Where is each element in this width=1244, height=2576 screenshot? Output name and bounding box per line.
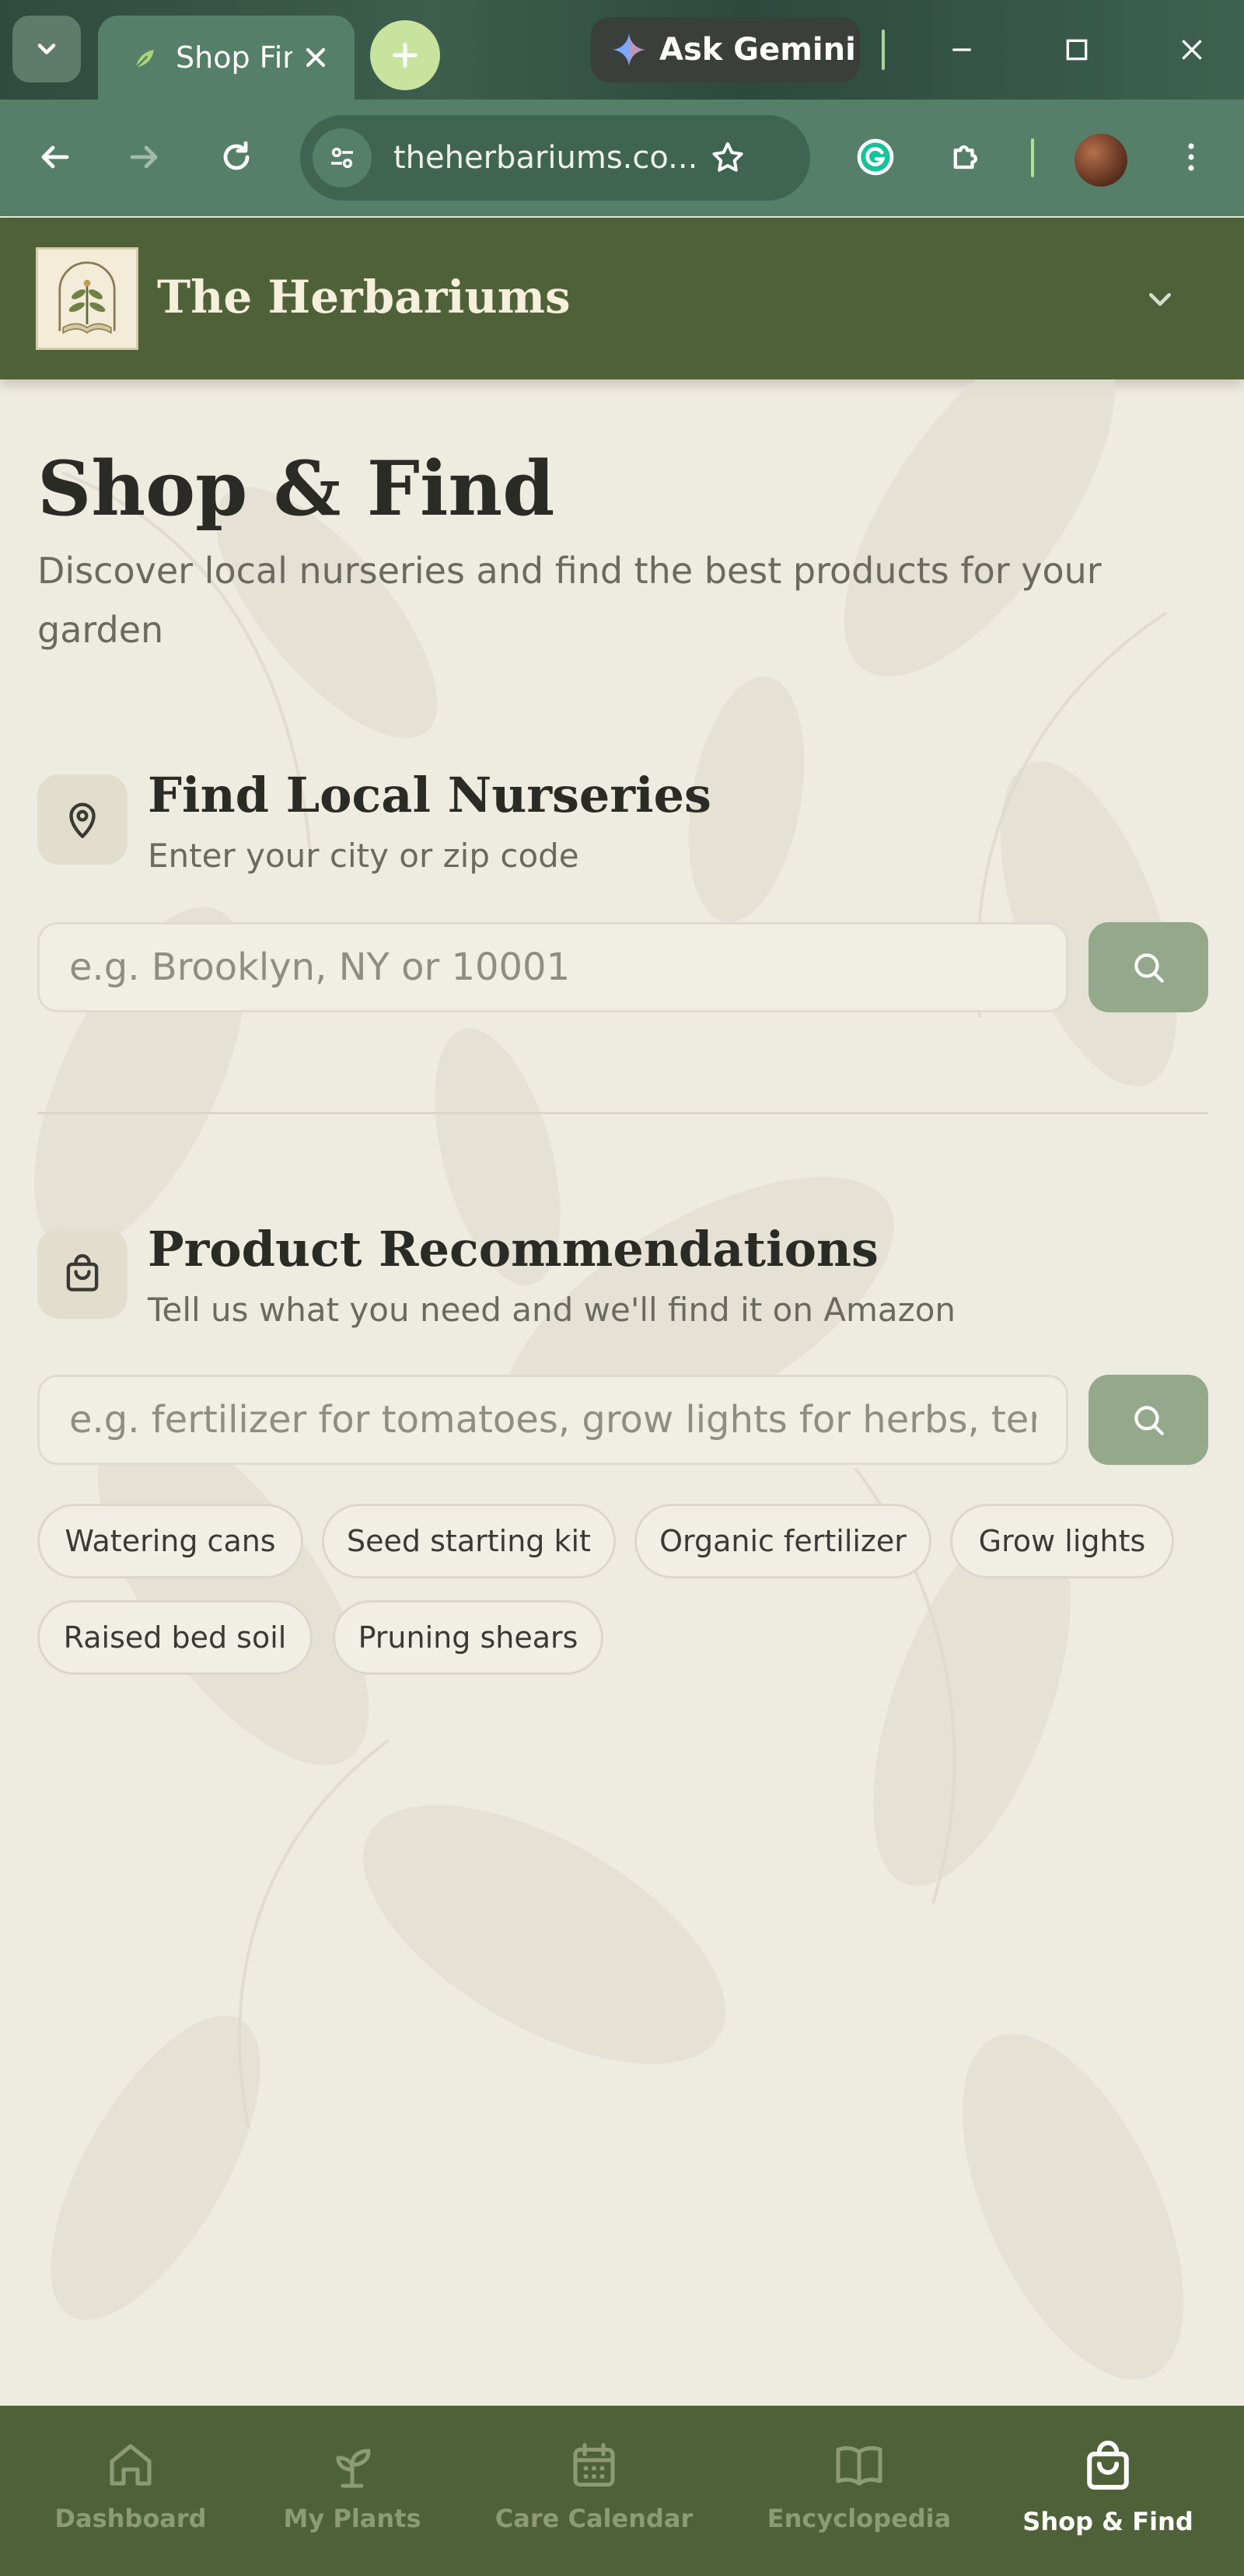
chevron-down-icon — [37, 44, 56, 54]
grammarly-extension-button[interactable] — [844, 126, 907, 188]
nav-item-care-calendar[interactable]: Care Calendar — [495, 2437, 693, 2533]
nav-label-shop-find: Shop & Find — [1022, 2507, 1193, 2536]
site-logo[interactable] — [36, 247, 138, 350]
tune-icon — [331, 147, 353, 169]
header-menu-toggle[interactable] — [1138, 277, 1182, 320]
chevron-down-icon — [1149, 293, 1171, 306]
close-icon — [1182, 40, 1202, 60]
nav-item-my-plants[interactable]: My Plants — [284, 2437, 421, 2533]
suggestion-chip-seed-starting-kit[interactable]: Seed starting kit — [322, 1504, 616, 1578]
ask-gemini-label: Ask Gemini — [659, 32, 856, 68]
suggestion-chip-pruning-shears[interactable]: Pruning shears — [333, 1600, 603, 1675]
reload-button[interactable] — [205, 126, 267, 188]
address-bar[interactable]: theherbariums.co... — [300, 115, 810, 201]
suggestion-chip-raised-bed-soil[interactable]: Raised bed soil — [37, 1600, 313, 1675]
search-icon — [1134, 1406, 1164, 1435]
products-section-icon-tile — [37, 1229, 128, 1319]
maximize-icon — [1066, 39, 1088, 61]
herbarium-logo-icon — [58, 261, 116, 334]
site-info-button[interactable] — [313, 128, 372, 187]
nursery-search-button[interactable] — [1088, 922, 1208, 1012]
close-tab-icon[interactable] — [300, 42, 331, 73]
gemini-sparkle-icon — [612, 33, 646, 67]
more-vertical-icon — [1188, 143, 1194, 171]
book-icon — [836, 2445, 882, 2486]
nursery-location-input[interactable] — [37, 922, 1068, 1012]
ask-gemini-button[interactable]: Ask Gemini — [591, 17, 860, 82]
browser-tab-strip: Shop Find Ask Gemini — [0, 0, 1244, 100]
plus-icon — [393, 43, 418, 68]
sprout-icon — [336, 2448, 371, 2488]
bookmark-star-icon[interactable] — [709, 139, 746, 177]
tab-search-button[interactable] — [12, 16, 81, 82]
nav-item-dashboard[interactable]: Dashboard — [54, 2437, 207, 2533]
back-button[interactable] — [23, 126, 86, 188]
grammarly-icon — [857, 138, 894, 176]
page-subtitle: Discover local nurseries and find the be… — [37, 550, 1102, 651]
section-divider — [37, 1112, 1208, 1114]
minimize-icon — [952, 48, 971, 51]
suggestion-chip-watering-cans[interactable]: Watering cans — [37, 1504, 303, 1578]
shopping-bag-icon — [1087, 2440, 1129, 2490]
page-title: Shop & Find — [37, 445, 555, 533]
tab-title: Shop Find — [176, 40, 292, 75]
nav-item-encyclopedia[interactable]: Encyclopedia — [767, 2437, 951, 2533]
nav-item-shop-find[interactable]: Shop & Find — [1022, 2437, 1193, 2536]
map-pin-icon — [69, 802, 96, 838]
search-icon — [1134, 953, 1164, 983]
maximize-button[interactable] — [1042, 20, 1112, 79]
calendar-icon — [573, 2442, 615, 2487]
close-window-button[interactable] — [1157, 20, 1227, 79]
url-text: theherbariums.co... — [393, 140, 697, 176]
home-icon — [110, 2444, 152, 2486]
arrow-left-icon — [41, 145, 69, 169]
forward-button[interactable] — [114, 126, 176, 188]
suggestion-chip-organic-fertilizer[interactable]: Organic fertilizer — [634, 1504, 931, 1578]
nurseries-section-icon-tile — [37, 774, 128, 865]
nav-label-my-plants: My Plants — [283, 2504, 421, 2533]
arrow-right-icon — [130, 145, 158, 169]
shopping-bag-icon — [66, 1253, 99, 1291]
site-brand-name[interactable]: The Herbariums — [157, 271, 571, 323]
nav-label-dashboard: Dashboard — [54, 2504, 207, 2533]
nav-label-care-calendar: Care Calendar — [494, 2504, 694, 2533]
products-section-subtitle: Tell us what you need and we'll find it … — [148, 1291, 956, 1329]
browser-toolbar: theherbariums.co... — [0, 100, 1244, 216]
leaf-favicon-icon — [135, 50, 154, 69]
new-tab-button[interactable] — [370, 20, 440, 90]
puzzle-icon — [953, 145, 977, 170]
browser-tab-active[interactable]: Shop Find — [98, 16, 355, 100]
product-search-button[interactable] — [1088, 1375, 1208, 1465]
nurseries-section-title: Find Local Nurseries — [148, 767, 711, 823]
extensions-button[interactable] — [936, 126, 998, 188]
profile-avatar[interactable] — [1075, 134, 1127, 187]
product-search-input[interactable] — [37, 1375, 1068, 1465]
minimize-button[interactable] — [927, 20, 997, 79]
site-header: The Herbariums — [0, 218, 1244, 379]
reload-icon — [223, 141, 250, 170]
toolbar-separator — [1031, 138, 1034, 177]
nurseries-section-subtitle: Enter your city or zip code — [148, 837, 579, 875]
products-section-title: Product Recommendations — [148, 1221, 879, 1278]
nav-label-encyclopedia: Encyclopedia — [767, 2504, 952, 2533]
bottom-navigation: Dashboard My Plants Care Calendar Encycl… — [0, 2406, 1244, 2576]
tab-strip-separator — [882, 30, 885, 70]
suggestion-chip-grow-lights[interactable]: Grow lights — [950, 1504, 1174, 1578]
browser-menu-button[interactable] — [1160, 126, 1222, 188]
